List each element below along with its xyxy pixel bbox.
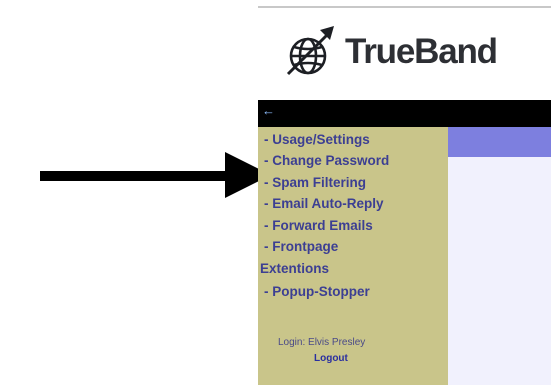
back-arrow-icon[interactable]: ← [262, 104, 275, 117]
sidebar-item-frontpage-extentions[interactable]: Extentions [260, 261, 329, 277]
sidebar-item-popup-stopper[interactable]: - Popup-Stopper [264, 284, 370, 300]
sidebar-item-usage-settings[interactable]: - Usage/Settings [264, 132, 370, 148]
sidebar-item-email-auto-reply[interactable]: - Email Auto-Reply [264, 196, 384, 212]
sidebar: - Usage/Settings - Change Password - Spa… [258, 127, 448, 385]
logout-link[interactable]: Logout [314, 353, 348, 364]
globe-icon [286, 26, 334, 76]
header-bar [258, 100, 551, 127]
login-status: Login: Elvis Presley [278, 337, 366, 348]
logo-text: TrueBand [345, 32, 498, 71]
content-header-strip [448, 127, 551, 157]
sidebar-item-frontpage[interactable]: - Frontpage [264, 239, 338, 255]
callout-arrow-shaft [40, 171, 228, 181]
top-divider [258, 6, 551, 8]
sidebar-item-forward-emails[interactable]: - Forward Emails [264, 218, 373, 234]
main-content [448, 127, 551, 385]
trueband-logo: TrueBand [282, 22, 498, 82]
sidebar-item-change-password[interactable]: - Change Password [264, 153, 389, 169]
sidebar-item-spam-filtering[interactable]: - Spam Filtering [264, 175, 366, 191]
